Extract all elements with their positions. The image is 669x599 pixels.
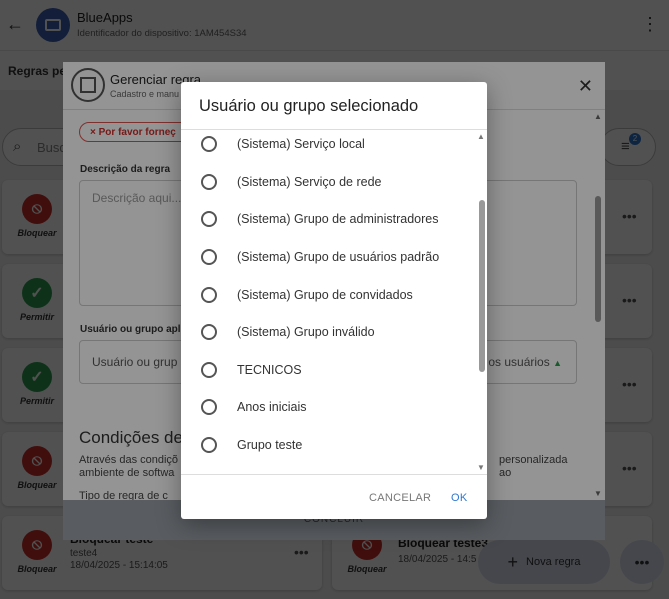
scroll-up-arrow-icon[interactable]: ▲ bbox=[477, 132, 485, 141]
options-list: (Sistema) Serviço local (Sistema) Serviç… bbox=[181, 129, 487, 475]
radio-button[interactable] bbox=[201, 211, 217, 227]
option-label: (Sistema) Serviço de rede bbox=[237, 175, 382, 189]
radio-button[interactable] bbox=[201, 174, 217, 190]
selection-dialog-title: Usuário ou grupo selecionado bbox=[199, 97, 419, 115]
option-label: (Sistema) Grupo de convidados bbox=[237, 288, 413, 302]
options-scrollbar[interactable] bbox=[479, 200, 485, 372]
option-item[interactable]: (Sistema) Serviço de rede bbox=[181, 165, 476, 202]
option-label: TECNICOS bbox=[237, 363, 302, 377]
radio-button[interactable] bbox=[201, 287, 217, 303]
option-item[interactable]: (Sistema) Grupo de usuários padrão bbox=[181, 240, 476, 277]
ok-button[interactable]: OK bbox=[451, 492, 468, 504]
option-item[interactable]: (Sistema) Grupo inválido bbox=[181, 315, 476, 352]
radio-button[interactable] bbox=[201, 437, 217, 453]
radio-button[interactable] bbox=[201, 249, 217, 265]
user-group-selection-dialog: Usuário ou grupo selecionado (Sistema) S… bbox=[181, 82, 487, 519]
radio-button[interactable] bbox=[201, 362, 217, 378]
option-label: Grupo teste bbox=[237, 438, 303, 452]
radio-button[interactable] bbox=[201, 136, 217, 152]
option-item[interactable]: (Sistema) Grupo de administradores bbox=[181, 202, 476, 239]
option-label: Anos iniciais bbox=[237, 400, 307, 414]
radio-button[interactable] bbox=[201, 324, 217, 340]
option-item[interactable]: TECNICOS bbox=[181, 353, 476, 390]
option-item[interactable]: (Sistema) Serviço local bbox=[181, 130, 476, 164]
option-item[interactable]: Anos iniciais bbox=[181, 390, 476, 427]
option-label: (Sistema) Grupo de administradores bbox=[237, 212, 439, 226]
cancel-button[interactable]: CANCELAR bbox=[369, 492, 431, 504]
option-label: (Sistema) Grupo inválido bbox=[237, 325, 375, 339]
option-label: (Sistema) Serviço local bbox=[237, 137, 365, 151]
option-item[interactable]: Grupo teste bbox=[181, 428, 476, 465]
scroll-down-arrow-icon[interactable]: ▼ bbox=[477, 463, 485, 472]
option-label: (Sistema) Grupo de usuários padrão bbox=[237, 250, 440, 264]
option-item[interactable]: (Sistema) Grupo de convidados bbox=[181, 278, 476, 315]
radio-button[interactable] bbox=[201, 399, 217, 415]
